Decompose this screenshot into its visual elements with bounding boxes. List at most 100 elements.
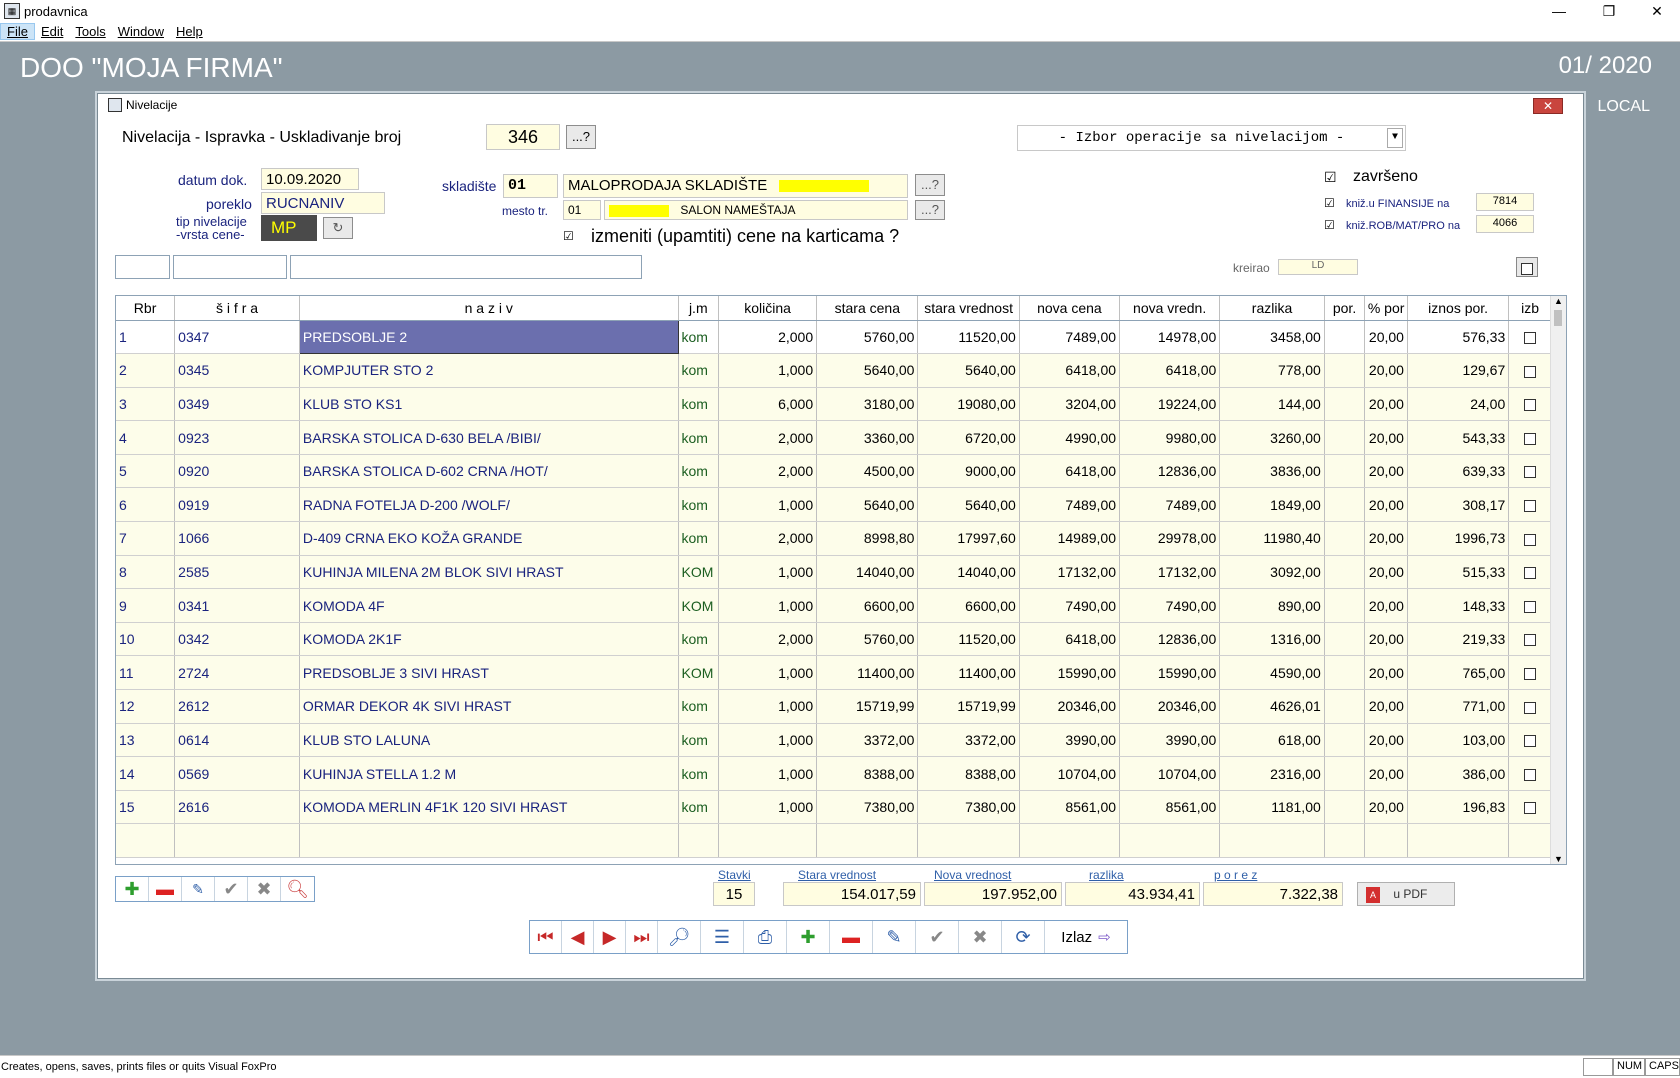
cell-izb[interactable]: [1508, 454, 1552, 489]
cell-izb[interactable]: [1508, 387, 1552, 422]
cell-nova-vrednost[interactable]: 12836,00: [1119, 454, 1221, 489]
col-header-stara-cena[interactable]: stara cena: [816, 296, 919, 321]
mesto-code[interactable]: 01: [563, 200, 601, 220]
menu-edit[interactable]: Edit: [35, 24, 69, 39]
table-row[interactable]: 11 2724 PREDSOBLJE 3 SIVI HRAST KOM 1,000 114…: [116, 655, 1552, 691]
cell-razlika[interactable]: 618,00: [1219, 723, 1325, 758]
poreklo-field[interactable]: RUCNANIV: [261, 192, 385, 214]
cell-iznos-por[interactable]: 386,00: [1407, 756, 1510, 791]
cell-por[interactable]: [1324, 756, 1366, 791]
cell-empty[interactable]: [917, 823, 1020, 858]
cell-jm[interactable]: kom: [678, 622, 720, 657]
add-row-button[interactable]: ✚: [116, 877, 149, 901]
list-button[interactable]: ☰: [701, 921, 744, 953]
cell-rbr[interactable]: 2: [116, 353, 176, 388]
row-select-checkbox[interactable]: [1524, 500, 1537, 513]
cell-rbr[interactable]: 12: [116, 689, 176, 724]
cell-razlika[interactable]: 778,00: [1219, 353, 1325, 388]
cell-stara-cena[interactable]: 11400,00: [816, 655, 919, 691]
cell-nova-cena[interactable]: 6418,00: [1019, 622, 1121, 657]
cell-kolicina[interactable]: 1,000: [718, 353, 818, 388]
cell-nova-cena[interactable]: 4990,00: [1019, 420, 1121, 455]
cell-naziv[interactable]: KOMODA 4F: [299, 588, 679, 623]
cell-por[interactable]: [1324, 487, 1366, 523]
cell-nova-vrednost[interactable]: 12836,00: [1119, 622, 1221, 657]
cell-nova-vrednost[interactable]: 9980,00: [1119, 420, 1221, 455]
grid-scrollbar[interactable]: ▲ ▼: [1550, 296, 1566, 864]
cell-iznos-por[interactable]: 129,67: [1407, 353, 1510, 388]
cell-stara-vrednost[interactable]: 6600,00: [917, 588, 1020, 623]
cell-rbr[interactable]: 4: [116, 420, 176, 455]
cell-pct-por[interactable]: 20,00: [1364, 487, 1408, 523]
col-header-nova-vrednost[interactable]: nova vredn.: [1119, 296, 1221, 321]
save-button[interactable]: ✔: [916, 921, 959, 953]
cell-naziv[interactable]: PREDSOBLJE 3 SIVI HRAST: [299, 655, 679, 691]
cell-sifra[interactable]: 0569: [174, 756, 300, 791]
cell-razlika[interactable]: 4626,01: [1219, 689, 1325, 724]
cell-naziv[interactable]: KLUB STO KS1: [299, 387, 679, 422]
cell-iznos-por[interactable]: 515,33: [1407, 555, 1510, 590]
cell-izb[interactable]: [1508, 320, 1552, 355]
cell-pct-por[interactable]: 20,00: [1364, 622, 1408, 657]
cell-stara-cena[interactable]: 3180,00: [816, 387, 919, 422]
cell-jm[interactable]: kom: [678, 689, 720, 724]
cell-rbr[interactable]: 7: [116, 521, 176, 556]
cell-nova-vrednost[interactable]: 10704,00: [1119, 756, 1221, 791]
col-header-kolicina[interactable]: količina: [718, 296, 818, 321]
row-select-checkbox[interactable]: [1524, 332, 1537, 345]
cell-nova-cena[interactable]: 10704,00: [1019, 756, 1121, 791]
cell-stara-cena[interactable]: 6600,00: [816, 588, 919, 623]
col-header-iznos-por[interactable]: iznos por.: [1407, 296, 1510, 321]
cell-razlika[interactable]: 1316,00: [1219, 622, 1325, 657]
cell-pct-por[interactable]: 20,00: [1364, 521, 1408, 556]
cell-izb[interactable]: [1508, 756, 1552, 791]
cell-stara-vrednost[interactable]: 15719,99: [917, 689, 1020, 724]
cell-izb[interactable]: [1508, 555, 1552, 590]
add-button[interactable]: ✚: [787, 921, 830, 953]
cell-nova-vrednost[interactable]: 20346,00: [1119, 689, 1221, 724]
search-row-button[interactable]: 🔍︎: [281, 877, 314, 901]
cell-pct-por[interactable]: 20,00: [1364, 387, 1408, 422]
delete-button[interactable]: ▬: [830, 921, 873, 953]
cell-razlika[interactable]: 144,00: [1219, 387, 1325, 422]
pdf-button[interactable]: A u PDF: [1357, 882, 1455, 906]
cell-por[interactable]: [1324, 420, 1366, 455]
cell-izb[interactable]: [1508, 622, 1552, 657]
table-row[interactable]: 6 0919 RADNA FOTELJA D-200 /WOLF/kom 1,000 5…: [116, 487, 1552, 523]
cell-pct-por[interactable]: 20,00: [1364, 420, 1408, 455]
cell-rbr[interactable]: 11: [116, 655, 176, 691]
skladiste-code[interactable]: 01: [503, 174, 558, 198]
row-select-checkbox[interactable]: [1524, 802, 1537, 815]
table-row[interactable]: 14 0569 KUHINJA STELLA 1.2 Mkom 1,000 8388,0…: [116, 756, 1552, 791]
window-close-button[interactable]: ✕: [1533, 98, 1563, 114]
cell-pct-por[interactable]: 20,00: [1364, 588, 1408, 623]
cell-por[interactable]: [1324, 555, 1366, 590]
cell-kolicina[interactable]: 2,000: [718, 521, 818, 556]
cell-jm[interactable]: kom: [678, 387, 720, 422]
cell-pct-por[interactable]: 20,00: [1364, 454, 1408, 489]
cell-kolicina[interactable]: 1,000: [718, 689, 818, 724]
cell-stara-cena[interactable]: 15719,99: [816, 689, 919, 724]
preview-button[interactable]: 🔎︎: [658, 921, 701, 953]
row-select-checkbox[interactable]: [1524, 668, 1537, 681]
cell-jm[interactable]: kom: [678, 723, 720, 758]
cell-empty[interactable]: [299, 823, 679, 858]
cell-nova-cena[interactable]: 6418,00: [1019, 454, 1121, 489]
col-header-stara-vrednost[interactable]: stara vrednost: [917, 296, 1020, 321]
cell-iznos-por[interactable]: 1996,73: [1407, 521, 1510, 556]
col-header-por[interactable]: por.: [1324, 296, 1366, 321]
cell-stara-vrednost[interactable]: 11520,00: [917, 320, 1020, 355]
row-select-checkbox[interactable]: [1524, 365, 1537, 378]
cell-razlika[interactable]: 3836,00: [1219, 454, 1325, 489]
cell-nova-cena[interactable]: 20346,00: [1019, 689, 1121, 724]
cell-razlika[interactable]: 3458,00: [1219, 320, 1325, 355]
cell-rbr[interactable]: 13: [116, 723, 176, 758]
cell-empty[interactable]: [718, 823, 818, 858]
cell-empty[interactable]: [678, 823, 720, 858]
next-record-button[interactable]: ▶: [594, 921, 626, 953]
cell-izb[interactable]: [1508, 353, 1552, 388]
cell-jm[interactable]: kom: [678, 790, 720, 825]
cell-nova-cena[interactable]: 7489,00: [1019, 320, 1121, 355]
cell-sifra[interactable]: 0347: [174, 320, 300, 355]
cell-jm[interactable]: kom: [678, 353, 720, 388]
